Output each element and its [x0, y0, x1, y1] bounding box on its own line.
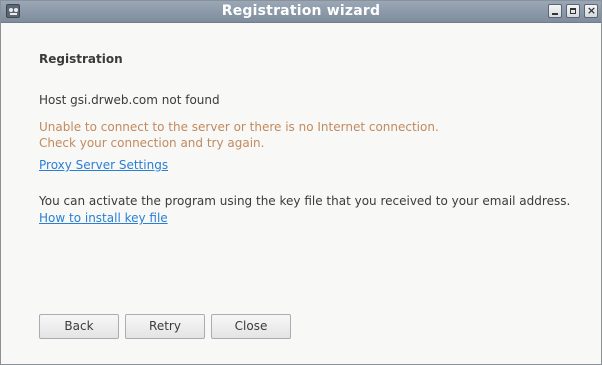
- maximize-icon[interactable]: [566, 4, 580, 18]
- page-heading: Registration: [39, 52, 123, 66]
- registration-wizard-window: Registration wizard × Registration Host …: [0, 0, 602, 365]
- retry-button[interactable]: Retry: [125, 314, 205, 339]
- title-bar[interactable]: Registration wizard ×: [1, 1, 601, 23]
- minimize-icon[interactable]: [548, 4, 562, 18]
- close-icon[interactable]: ×: [584, 4, 598, 18]
- host-not-found-message: Host gsi.drweb.com not found: [39, 93, 220, 107]
- proxy-server-settings-link[interactable]: Proxy Server Settings: [39, 158, 168, 172]
- window-title: Registration wizard: [221, 3, 381, 19]
- close-button[interactable]: Close: [211, 314, 291, 339]
- back-button[interactable]: Back: [39, 314, 119, 339]
- key-file-message: You can activate the program using the k…: [39, 194, 571, 208]
- connection-warning-line1: Unable to connect to the server or there…: [39, 120, 439, 134]
- install-key-file-link[interactable]: How to install key file: [39, 211, 168, 225]
- connection-warning-line2: Check your connection and try again.: [39, 136, 265, 150]
